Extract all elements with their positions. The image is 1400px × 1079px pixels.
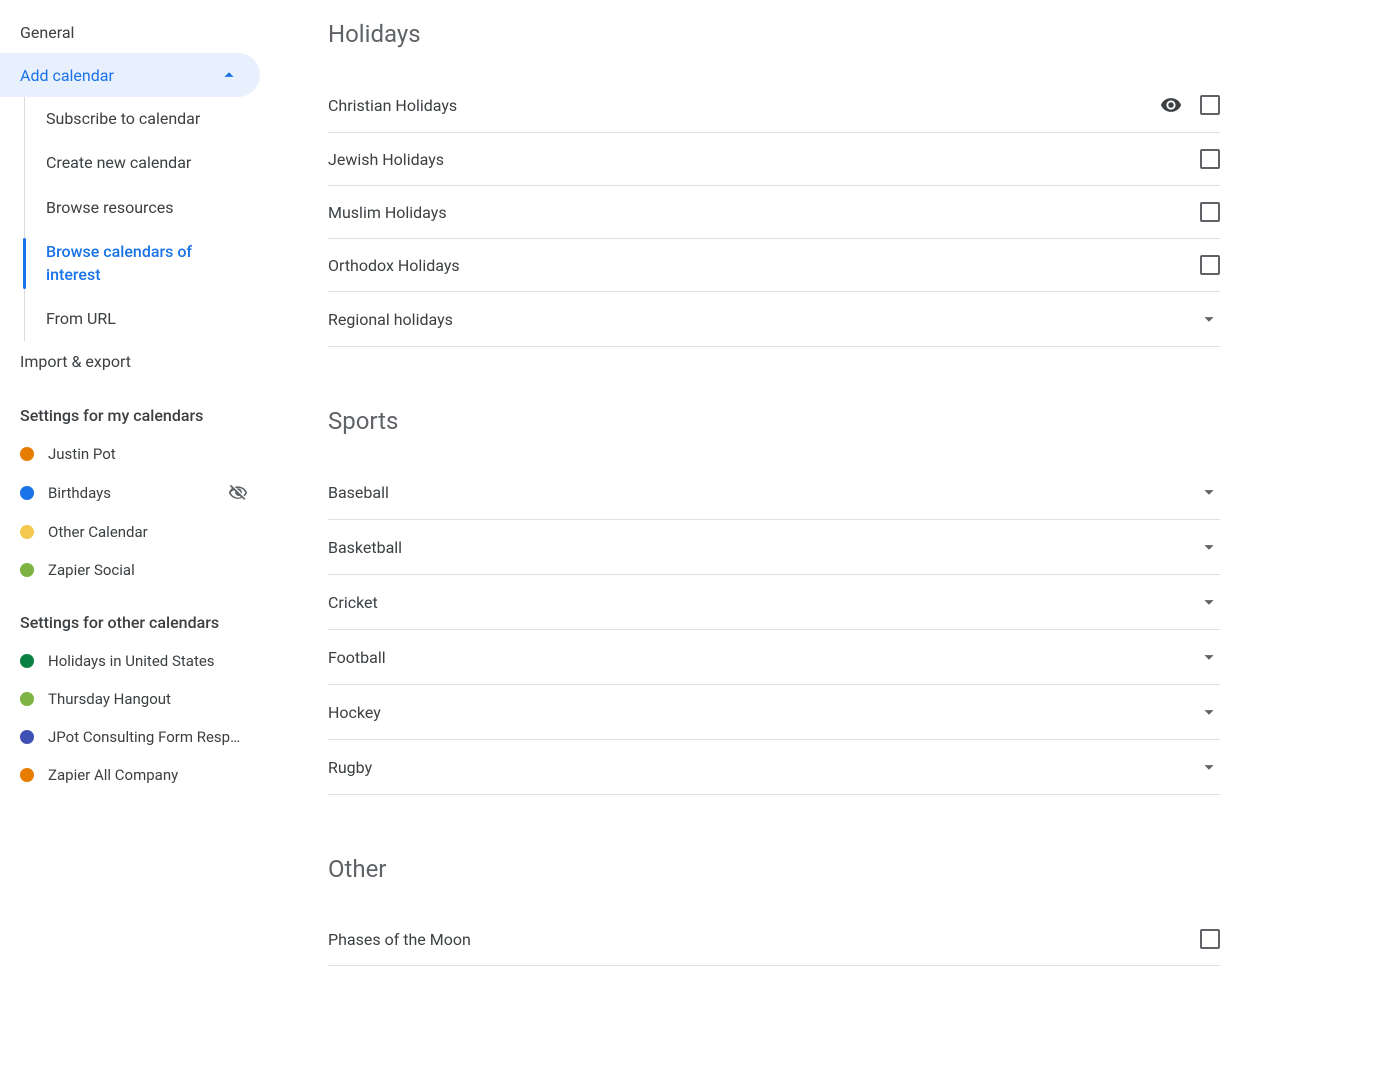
calendar-item[interactable]: JPot Consulting Form Resp… — [0, 718, 268, 756]
other-calendars-heading: Settings for other calendars — [0, 589, 268, 642]
sidebar-sub-item[interactable]: Browse resources — [24, 186, 268, 230]
row-actions — [1198, 591, 1220, 613]
calendar-row[interactable]: Regional holidays — [328, 292, 1220, 347]
row-actions — [1200, 202, 1220, 222]
calendar-color-dot — [20, 692, 34, 706]
my-calendars-list: Justin Pot Birthdays Other Calendar Zapier … — [0, 435, 268, 589]
row-actions — [1198, 308, 1220, 330]
sidebar-item-general[interactable]: General — [0, 12, 268, 53]
calendar-color-dot — [20, 768, 34, 782]
sidebar-item-add-calendar[interactable]: Add calendar — [0, 53, 260, 97]
row-label: Muslim Holidays — [328, 203, 1200, 222]
calendar-color-dot — [20, 447, 34, 461]
my-calendars-heading: Settings for my calendars — [0, 382, 268, 435]
subscribe-checkbox[interactable] — [1200, 149, 1220, 169]
calendar-row[interactable]: Phases of the Moon — [328, 913, 1220, 966]
chevron-up-icon — [218, 64, 240, 86]
subscribe-checkbox[interactable] — [1200, 95, 1220, 115]
other-calendars-list: Holidays in United States Thursday Hangou… — [0, 642, 268, 794]
calendar-label: Justin Pot — [48, 445, 248, 463]
sidebar-item-label: General — [20, 23, 74, 42]
calendar-row[interactable]: Rugby — [328, 740, 1220, 795]
other-heading: Other — [328, 855, 1220, 883]
calendar-label: JPot Consulting Form Resp… — [48, 728, 248, 746]
calendar-label: Birthdays — [48, 484, 214, 502]
other-list: Phases of the Moon — [328, 913, 1220, 966]
holidays-list: Christian Holidays Jewish Holidays Muslim … — [328, 78, 1220, 347]
add-calendar-sub-items: Subscribe to calendarCreate new calendar… — [0, 97, 268, 341]
row-label: Football — [328, 648, 1198, 667]
chevron-down-icon[interactable] — [1198, 481, 1220, 503]
row-label: Rugby — [328, 758, 1198, 777]
row-label: Basketball — [328, 538, 1198, 557]
calendar-item[interactable]: Other Calendar — [0, 513, 268, 551]
row-actions — [1200, 929, 1220, 949]
row-actions — [1198, 481, 1220, 503]
calendar-row[interactable]: Muslim Holidays — [328, 186, 1220, 239]
row-label: Jewish Holidays — [328, 150, 1200, 169]
row-actions — [1200, 149, 1220, 169]
calendar-item[interactable]: Holidays in United States — [0, 642, 268, 680]
row-label: Orthodox Holidays — [328, 256, 1200, 275]
visibility-off-icon — [228, 483, 248, 503]
row-label: Phases of the Moon — [328, 930, 1200, 949]
calendar-row[interactable]: Jewish Holidays — [328, 133, 1220, 186]
calendar-row[interactable]: Baseball — [328, 465, 1220, 520]
calendar-row[interactable]: Hockey — [328, 685, 1220, 740]
calendar-color-dot — [20, 654, 34, 668]
row-label: Regional holidays — [328, 310, 1198, 329]
calendar-label: Thursday Hangout — [48, 690, 248, 708]
calendar-row[interactable]: Cricket — [328, 575, 1220, 630]
calendar-row[interactable]: Football — [328, 630, 1220, 685]
chevron-down-icon[interactable] — [1198, 308, 1220, 330]
calendar-item[interactable]: Thursday Hangout — [0, 680, 268, 718]
calendar-item[interactable]: Zapier Social — [0, 551, 268, 589]
calendar-item[interactable]: Zapier All Company — [0, 756, 268, 794]
subscribe-checkbox[interactable] — [1200, 202, 1220, 222]
calendar-item[interactable]: Birthdays — [0, 473, 268, 513]
sports-list: Baseball Basketball Cricket Football Hockey R… — [328, 465, 1220, 795]
row-actions — [1160, 94, 1220, 116]
row-label: Hockey — [328, 703, 1198, 722]
sidebar-item-label: Add calendar — [20, 66, 114, 85]
calendar-label: Zapier All Company — [48, 766, 248, 784]
row-label: Cricket — [328, 593, 1198, 612]
sidebar-sub-item[interactable]: Create new calendar — [24, 141, 268, 185]
calendar-color-dot — [20, 730, 34, 744]
calendar-label: Other Calendar — [48, 523, 248, 541]
preview-icon[interactable] — [1160, 94, 1182, 116]
subscribe-checkbox[interactable] — [1200, 929, 1220, 949]
subscribe-checkbox[interactable] — [1200, 255, 1220, 275]
row-actions — [1198, 536, 1220, 558]
calendar-color-dot — [20, 563, 34, 577]
sidebar-sub-item[interactable]: Subscribe to calendar — [24, 97, 268, 141]
main-content: Holidays Christian Holidays Jewish Holida… — [268, 0, 1400, 1079]
calendar-row[interactable]: Basketball — [328, 520, 1220, 575]
calendar-color-dot — [20, 486, 34, 500]
sidebar-sub-item[interactable]: Browse calendars of interest — [24, 230, 268, 297]
calendar-item[interactable]: Justin Pot — [0, 435, 268, 473]
row-actions — [1198, 701, 1220, 723]
row-actions — [1200, 255, 1220, 275]
calendar-label: Holidays in United States — [48, 652, 248, 670]
sidebar-item-label: Import & export — [20, 352, 131, 371]
chevron-down-icon[interactable] — [1198, 646, 1220, 668]
row-actions — [1198, 646, 1220, 668]
sidebar: General Add calendar Subscribe to calend… — [0, 0, 268, 1079]
row-actions — [1198, 756, 1220, 778]
chevron-down-icon[interactable] — [1198, 701, 1220, 723]
sidebar-sub-item[interactable]: From URL — [24, 297, 268, 341]
calendar-row[interactable]: Orthodox Holidays — [328, 239, 1220, 292]
row-label: Christian Holidays — [328, 96, 1160, 115]
calendar-row[interactable]: Christian Holidays — [328, 78, 1220, 133]
calendar-color-dot — [20, 525, 34, 539]
chevron-down-icon[interactable] — [1198, 536, 1220, 558]
calendar-label: Zapier Social — [48, 561, 248, 579]
holidays-heading: Holidays — [328, 20, 1220, 48]
row-label: Baseball — [328, 483, 1198, 502]
chevron-down-icon[interactable] — [1198, 756, 1220, 778]
chevron-down-icon[interactable] — [1198, 591, 1220, 613]
sidebar-item-import-export[interactable]: Import & export — [0, 341, 268, 382]
sports-heading: Sports — [328, 407, 1220, 435]
